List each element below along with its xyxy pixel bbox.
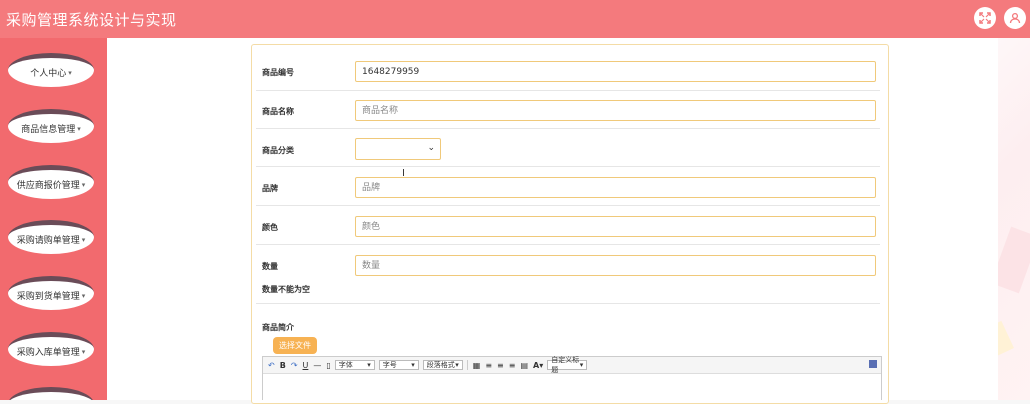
quantity-input[interactable] [355, 255, 876, 276]
chevron-down-icon: ⌄ [427, 143, 435, 153]
label-product-category: 商品分类 [262, 146, 294, 155]
divider [256, 244, 880, 245]
font-color-glyph: A [533, 360, 540, 370]
product-code-input[interactable] [355, 61, 876, 82]
paragraph-format-value: 段落格式 [426, 361, 455, 369]
app-title: 采购管理系统设计与实现 [6, 10, 177, 29]
align-justify-icon[interactable]: ▤ [520, 361, 528, 370]
sidebar-item-label: 采购入库单管理 [16, 348, 80, 358]
quantity-error-message: 数量不能为空 [262, 285, 310, 294]
label-product-code: 商品编号 [262, 68, 294, 77]
divider [256, 166, 880, 167]
sidebar-item-personal-center[interactable]: 个人中心 ▾ [8, 53, 94, 87]
label-color: 颜色 [262, 223, 278, 232]
fullscreen-icon [979, 12, 991, 24]
rich-text-editor: ↶ B ↷ U — ▯ 字体 ▾ 字号 ▾ 段落格式 ▾ ▦ ≡ ≡ ≡ ▤ A ▾ 自… [262, 356, 882, 400]
fullscreen-button[interactable] [974, 7, 996, 29]
editor-content-area[interactable] [263, 374, 881, 400]
caret-down-icon: ▾ [579, 361, 584, 369]
align-center-icon[interactable]: ≡ [497, 361, 504, 370]
font-family-value: 字体 [338, 361, 353, 369]
label-brand: 品牌 [262, 184, 278, 193]
font-family-select[interactable]: 字体 ▾ [334, 360, 375, 370]
product-category-select[interactable]: ⌄ [355, 138, 441, 160]
table-icon[interactable]: ▦ [473, 361, 481, 370]
user-icon [1009, 12, 1021, 24]
label-quantity: 数量 [262, 262, 278, 271]
document-icon[interactable]: ▯ [326, 361, 330, 370]
font-color-icon[interactable]: A ▾ [533, 361, 543, 370]
color-input[interactable] [355, 216, 876, 237]
divider [256, 205, 880, 206]
sidebar-item-label: 采购到货单管理 [16, 292, 80, 302]
redo-icon[interactable]: ↷ [291, 361, 298, 370]
caret-down-icon: ▾ [81, 347, 86, 356]
label-product-intro: 商品简介 [262, 323, 294, 332]
divider [256, 128, 880, 129]
sidebar-item-label: 供应商报价管理 [16, 181, 80, 191]
sidebar-item-purchase-storage[interactable]: 采购入库单管理 ▾ [8, 332, 94, 366]
caret-down-icon: ▾ [411, 361, 415, 369]
sidebar-item-purchase-request[interactable]: 采购请购单管理 ▾ [8, 220, 94, 254]
product-name-input[interactable] [355, 100, 876, 121]
divider [256, 303, 880, 304]
bold-icon[interactable]: B [280, 361, 286, 370]
choose-file-button[interactable]: 选择文件 [273, 337, 317, 354]
font-size-value: 字号 [382, 361, 397, 369]
underline-icon[interactable]: U [303, 361, 309, 370]
source-code-icon[interactable] [869, 360, 877, 368]
user-button[interactable] [1004, 7, 1026, 29]
custom-title-select[interactable]: 自定义标题 ▾ [547, 356, 588, 374]
caret-down-icon: ▾ [367, 361, 371, 369]
divider [256, 90, 880, 91]
align-right-icon[interactable]: ≡ [509, 361, 516, 370]
font-size-select[interactable]: 字号 ▾ [378, 360, 419, 370]
top-header: 采购管理系统设计与实现 [0, 0, 1030, 38]
sidebar-item-supplier-quote[interactable]: 供应商报价管理 ▾ [8, 165, 94, 199]
sidebar-item-product-info[interactable]: 商品信息管理 ▾ [8, 109, 94, 143]
caret-down-icon: ▾ [455, 361, 459, 369]
sidebar: 个人中心 ▾ 商品信息管理 ▾ 供应商报价管理 ▾ 采购请购单管理 ▾ 采购到货单管理 ▾… [0, 38, 107, 400]
brand-input[interactable] [355, 177, 876, 198]
sidebar-item-purchase-arrival[interactable]: 采购到货单管理 ▾ [8, 276, 94, 310]
caret-down-icon: ▾ [81, 180, 86, 189]
sidebar-item-more[interactable] [8, 387, 94, 400]
sidebar-item-label: 采购请购单管理 [16, 236, 80, 246]
caret-down-icon: ▾ [81, 291, 86, 300]
sidebar-item-label: 个人中心 [30, 69, 67, 79]
toolbar-separator [466, 360, 468, 370]
label-product-name: 商品名称 [262, 107, 294, 116]
horizontal-rule-icon[interactable]: — [313, 361, 321, 370]
caret-down-icon: ▾ [68, 68, 72, 77]
undo-icon[interactable]: ↶ [268, 361, 275, 370]
sidebar-item-label: 商品信息管理 [21, 125, 76, 135]
caret-down-icon: ▾ [77, 124, 81, 133]
caret-down-icon: ▾ [81, 235, 86, 244]
paragraph-format-select[interactable]: 段落格式 ▾ [422, 360, 463, 370]
editor-toolbar: ↶ B ↷ U — ▯ 字体 ▾ 字号 ▾ 段落格式 ▾ ▦ ≡ ≡ ≡ ▤ A ▾ 自… [263, 356, 881, 374]
custom-title-value: 自定义标题 [551, 356, 580, 374]
align-left-icon[interactable]: ≡ [485, 361, 492, 370]
